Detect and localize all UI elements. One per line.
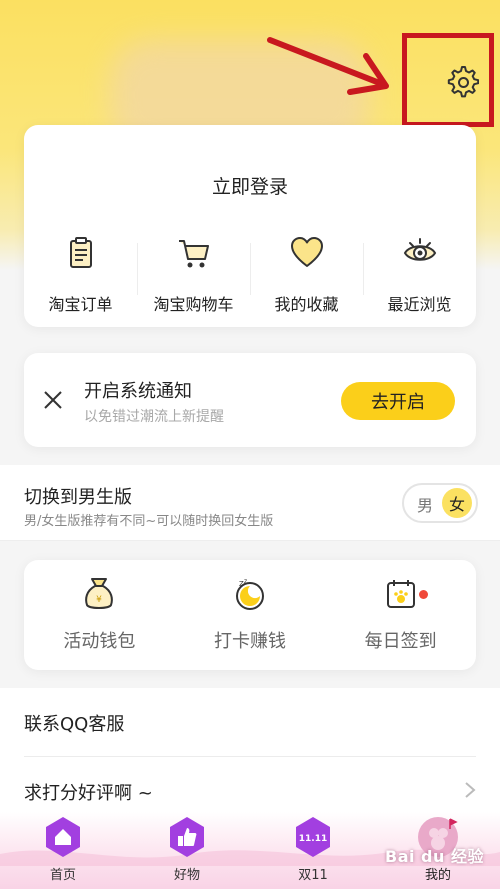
login-link[interactable]: 立即登录 [24, 172, 476, 199]
activity-daily-signin[interactable]: 每日签到 [325, 560, 476, 670]
activity-label: 活动钱包 [63, 631, 136, 652]
close-icon[interactable] [42, 389, 64, 411]
thumbs-up-icon [170, 817, 204, 857]
new-badge-dot [419, 590, 429, 599]
account-card: 立即登录 淘宝订单 淘宝购物车 我的收藏 最近浏览 [24, 125, 476, 327]
quick-link-favorites[interactable]: 我的收藏 [250, 229, 363, 319]
quick-link-history[interactable]: 最近浏览 [363, 229, 476, 319]
quick-link-label: 淘宝购物车 [153, 295, 234, 314]
enable-notification-button[interactable]: 去开启 [341, 382, 455, 420]
clipboard-icon [69, 237, 92, 268]
contact-qq-service[interactable]: 联系QQ客服 [24, 710, 476, 736]
tab-label: 首页 [49, 868, 76, 883]
rate-app-item[interactable]: 求打分好评啊 ~ [24, 779, 476, 805]
gender-switch-title: 切换到男生版 [24, 487, 132, 508]
double-eleven-icon: 11.11 [296, 817, 330, 857]
quick-link-orders[interactable]: 淘宝订单 [24, 229, 137, 319]
activity-wallet[interactable]: ¥ 活动钱包 [24, 560, 175, 670]
quick-link-label: 最近浏览 [387, 295, 452, 314]
svg-text:¥: ¥ [96, 595, 102, 605]
tab-label: 双11 [298, 868, 328, 883]
divider [24, 756, 476, 757]
svg-text:z: z [244, 578, 247, 585]
activity-checkin-earn[interactable]: Z z 打卡赚钱 [175, 560, 326, 670]
tab-home[interactable]: 首页 [33, 815, 93, 883]
alarm-clock-icon: Z z [236, 578, 264, 610]
activity-label: 打卡赚钱 [214, 631, 286, 652]
activity-label: 每日签到 [364, 631, 437, 652]
notification-title: 开启系统通知 [84, 381, 192, 402]
gender-toggle[interactable]: 男 女 [402, 483, 478, 523]
calendar-paw-icon [386, 580, 415, 608]
notification-subtitle: 以免错过潮流上新提醒 [84, 409, 224, 425]
activity-card: ¥ 活动钱包 Z z 打卡赚钱 每日签到 [24, 560, 476, 670]
quick-link-label: 我的收藏 [274, 295, 339, 314]
gender-option-male[interactable]: 男 [412, 492, 438, 516]
cart-icon [178, 240, 209, 268]
gender-switch-subtitle: 男/女生版推荐有不同~可以随时换回女生版 [24, 514, 274, 529]
tab-goods[interactable]: 好物 [157, 815, 217, 883]
baidu-watermark: Bai du 经验 [385, 847, 484, 866]
notification-card: 开启系统通知 以免错过潮流上新提醒 去开启 [24, 353, 476, 447]
list-item-label: 求打分好评啊 ~ [24, 783, 153, 804]
money-bag-icon: ¥ [85, 578, 114, 609]
quick-link-cart[interactable]: 淘宝购物车 [137, 229, 250, 319]
gender-switch-row: 切换到男生版 男/女生版推荐有不同~可以随时换回女生版 男 女 [0, 465, 500, 541]
eye-icon [403, 238, 436, 261]
chevron-right-icon [465, 782, 476, 798]
list-item-label: 联系QQ客服 [24, 714, 125, 735]
quick-links-row: 淘宝订单 淘宝购物车 我的收藏 最近浏览 [24, 229, 476, 319]
home-icon [46, 817, 80, 857]
tab-label: 好物 [173, 868, 200, 883]
quick-link-label: 淘宝订单 [48, 295, 113, 314]
tab-double-eleven[interactable]: 11.11 双11 [283, 815, 343, 883]
tab-badge-text: 11.11 [299, 834, 327, 844]
heart-icon [290, 237, 323, 267]
settings-gear-icon[interactable] [445, 64, 480, 98]
annotation-arrow [267, 37, 389, 95]
gender-option-female[interactable]: 女 [442, 488, 472, 518]
